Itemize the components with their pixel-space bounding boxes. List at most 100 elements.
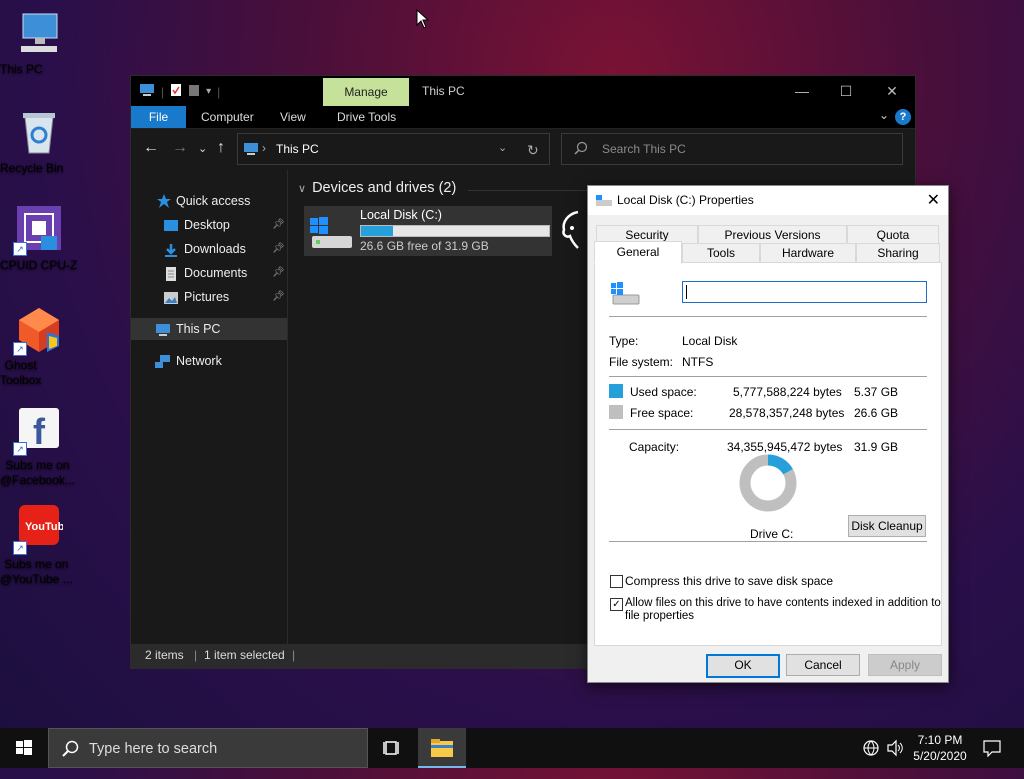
tab-sharing[interactable]: Sharing — [856, 243, 940, 263]
apply-button[interactable]: Apply — [868, 654, 942, 676]
nav-pictures[interactable]: Pictures 📌︎ — [131, 286, 287, 308]
pin-icon[interactable]: 📌︎ — [272, 286, 285, 308]
back-arrow-icon[interactable]: ← — [143, 139, 159, 157]
recent-locations-icon[interactable]: ⌄ — [198, 142, 207, 155]
maximize-icon[interactable]: ☐ — [823, 76, 869, 106]
taskbar-search-box[interactable]: Type here to search — [48, 728, 368, 768]
collapse-chevron-icon[interactable]: ∨ — [298, 183, 306, 195]
tab-file[interactable]: File — [131, 106, 186, 128]
address-dropdown-icon[interactable]: ⌄ — [498, 141, 507, 154]
explorer-title-bar[interactable]: | ▾ | Manage This PC — ☐ ✕ — [131, 76, 915, 106]
nav-documents[interactable]: Documents 📌︎ — [131, 262, 287, 284]
drive-properties-dialog[interactable]: Local Disk (C:) Properties ✕ Security Pr… — [587, 185, 949, 683]
drive-tile-c[interactable]: Local Disk (C:) 26.6 GB free of 31.9 GB — [304, 206, 552, 256]
index-label-line1[interactable]: Allow files on this drive to have conten… — [625, 597, 941, 609]
cancel-button[interactable]: Cancel — [786, 654, 860, 676]
taskbar-clock[interactable]: 7:10 PM 5/20/2020 — [908, 732, 972, 764]
window-title: This PC — [422, 84, 465, 98]
divider — [609, 376, 927, 377]
address-bar[interactable]: › This PC ⌄ — [237, 133, 550, 165]
breadcrumb-chevron-icon[interactable]: › — [262, 141, 266, 155]
compress-checkbox[interactable] — [610, 575, 623, 588]
customize-qat-icon[interactable]: ▾ — [206, 86, 211, 97]
desktop-icon-ghost-toolbox[interactable]: ↗ Ghost Toolbox — [0, 306, 78, 387]
desktop-icon-cpuz[interactable]: ↗ CPUID CPU-Z — [0, 206, 78, 272]
nav-downloads[interactable]: Downloads 📌︎ — [131, 238, 287, 260]
tab-drive-tools[interactable]: Drive Tools — [337, 106, 396, 128]
minimize-icon[interactable]: — — [779, 76, 825, 106]
close-icon[interactable]: ✕ — [869, 76, 915, 106]
task-view-button[interactable] — [368, 728, 416, 768]
general-tab-panel: Type: Local Disk File system: NTFS Used … — [594, 262, 942, 646]
nav-quick-access[interactable]: Quick access — [131, 190, 287, 212]
pin-icon[interactable]: 📌︎ — [272, 238, 285, 260]
status-item-count: 2 items — [145, 648, 184, 662]
ghost-toolbox-icon: ↗ — [13, 306, 63, 356]
desktop-icon-recycle-bin[interactable]: Recycle Bin — [0, 109, 78, 175]
tab-general[interactable]: General — [594, 241, 682, 264]
desktop-icon-facebook[interactable]: f ↗ Subs me on @Facebook... — [0, 406, 78, 487]
desktop-icon-label: Subs me on @Facebook... — [0, 458, 75, 487]
svg-text:f: f — [33, 411, 46, 452]
facebook-icon: f ↗ — [13, 406, 63, 456]
pin-icon[interactable]: 📌︎ — [272, 214, 285, 236]
tab-view[interactable]: View — [280, 106, 306, 128]
mouse-cursor-icon — [416, 8, 430, 32]
volume-label-input[interactable] — [682, 281, 927, 303]
volume-tray-icon[interactable] — [886, 739, 904, 779]
this-pc-small-icon — [155, 322, 171, 336]
search-input[interactable]: Search This PC — [602, 134, 686, 164]
index-checkbox[interactable]: ✓ — [610, 598, 623, 611]
taskbar: Type here to search 7:10 PM 5/20/2020 — [0, 728, 1024, 768]
tab-previous-versions[interactable]: Previous Versions — [698, 225, 847, 245]
expand-ribbon-icon[interactable]: ⌄ — [879, 108, 889, 122]
close-icon[interactable]: ✕ — [927, 190, 940, 210]
manage-contextual-tab[interactable]: Manage — [323, 78, 409, 106]
tab-quota[interactable]: Quota — [847, 225, 939, 245]
nav-this-pc[interactable]: This PC — [131, 318, 287, 340]
shortcut-arrow-icon: ↗ — [13, 242, 27, 256]
search-box[interactable]: Search This PC — [561, 133, 903, 165]
file-system-value: NTFS — [682, 355, 714, 369]
new-folder-qat-icon[interactable] — [188, 83, 200, 100]
up-arrow-icon[interactable]: ↑ — [217, 139, 225, 157]
nav-label: Documents — [184, 266, 248, 280]
capacity-gb: 31.9 GB — [854, 440, 899, 454]
nav-desktop[interactable]: Desktop 📌︎ — [131, 214, 287, 236]
network-tray-icon[interactable] — [862, 739, 880, 779]
start-button[interactable] — [0, 728, 48, 768]
taskbar-search-input[interactable]: Type here to search — [89, 729, 217, 769]
free-space-bytes: 28,578,357,248 bytes — [729, 406, 845, 420]
used-space-gb: 5.37 GB — [854, 385, 899, 399]
tab-computer[interactable]: Computer — [201, 106, 254, 128]
nav-label: Pictures — [184, 290, 230, 304]
file-explorer-taskbar-button[interactable] — [418, 728, 466, 768]
tab-tools[interactable]: Tools — [682, 243, 760, 263]
ghost-drive-icon[interactable] — [560, 210, 580, 253]
refresh-icon[interactable]: ↻ — [527, 142, 539, 159]
breadcrumb-this-pc[interactable]: This PC — [276, 134, 319, 164]
index-label-line2[interactable]: file properties — [625, 610, 694, 622]
nav-network[interactable]: Network — [131, 350, 287, 372]
desktop-icon-label: This PC — [0, 62, 43, 76]
type-label: Type: — [609, 334, 639, 348]
windows-drive-icon — [609, 281, 641, 310]
divider — [609, 429, 927, 430]
help-icon[interactable]: ? — [895, 109, 911, 125]
desktop-folder-icon — [163, 218, 179, 232]
tab-hardware[interactable]: Hardware — [760, 243, 856, 263]
forward-arrow-icon[interactable]: → — [172, 139, 188, 157]
ok-button[interactable]: OK — [706, 654, 780, 678]
pin-icon[interactable]: 📌︎ — [272, 262, 285, 284]
properties-qat-icon[interactable] — [170, 83, 182, 100]
devices-group-header[interactable]: ∨ Devices and drives (2) — [298, 180, 456, 196]
type-value: Local Disk — [682, 334, 738, 348]
used-space-swatch — [609, 384, 623, 398]
desktop-icon-this-pc[interactable]: This PC — [0, 10, 78, 76]
nav-label: Network — [176, 354, 222, 368]
dialog-title-bar[interactable]: Local Disk (C:) Properties ✕ — [588, 186, 948, 215]
desktop-icon-youtube[interactable]: YouTube ↗ Subs me on @YouTube ... — [0, 505, 78, 586]
disk-cleanup-button[interactable]: Disk Cleanup — [848, 515, 926, 537]
compress-label[interactable]: Compress this drive to save disk space — [625, 574, 833, 588]
action-center-icon[interactable] — [982, 739, 1002, 779]
